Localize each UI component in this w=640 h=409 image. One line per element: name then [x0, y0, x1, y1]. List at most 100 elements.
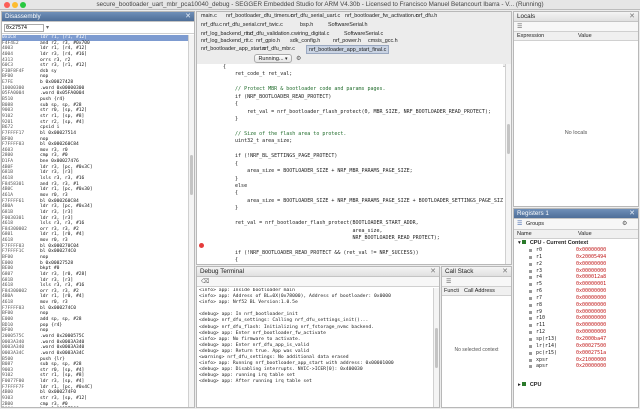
source-line[interactable]: { — [197, 190, 503, 197]
source-line[interactable]: { — [197, 161, 503, 168]
breakpoint-icon[interactable] — [199, 243, 204, 248]
register-row[interactable]: pc(r15) 0x0002751a — [514, 350, 638, 357]
source-line[interactable]: ret_val = nrf_bootloader_flash_protect(B… — [197, 220, 503, 227]
source-line[interactable]: uint32_t area_size; — [197, 138, 503, 145]
register-row[interactable]: r12 0x00000000 — [514, 329, 638, 336]
window-title: secure_bootloader_uart_mbr_pca10040_debu… — [96, 1, 544, 8]
source-line[interactable]: area_size = BOOTLOADER_SIZE + NRF_MBR_PA… — [197, 198, 503, 205]
source-line[interactable] — [197, 243, 503, 250]
address-input[interactable] — [4, 24, 44, 32]
source-line[interactable]: } — [197, 205, 503, 212]
editor-scrollbar[interactable] — [505, 64, 511, 264]
debug-terminal-output[interactable]: <info> app: Inside bootloader main <info>… — [199, 288, 431, 407]
register-row[interactable]: r7 0x00000000 — [514, 295, 638, 302]
disassembly-line[interactable]: 2B00 cmp r3, #0 — [2, 402, 188, 407]
source-line[interactable]: // Protect MBR & bootloader code and par… — [197, 86, 503, 93]
source-line[interactable]: } — [197, 176, 503, 183]
register-row[interactable]: r0 0x00000000 — [514, 247, 638, 254]
source-line[interactable]: { — [197, 64, 503, 71]
groups-icon[interactable]: ☰ — [517, 220, 522, 227]
register-row[interactable]: lr(r14) 0x00027500 — [514, 343, 638, 350]
source-line[interactable] — [197, 146, 503, 153]
running-button[interactable]: Running... ▾ — [254, 54, 292, 63]
settings-icon[interactable]: ☰ — [446, 278, 451, 285]
name-column[interactable]: Name — [517, 231, 532, 237]
value-column[interactable]: Value — [578, 33, 592, 39]
editor-tab[interactable]: nrf_bootloader_fw_activation.c — [345, 12, 418, 21]
source-line[interactable]: NRF_BOOTLOADER_READ_PROTECT); — [197, 235, 503, 242]
disassembly-scrollbar[interactable] — [188, 35, 194, 407]
value-column[interactable]: Value — [578, 231, 592, 237]
source-line[interactable]: // Size of the flash area to protect. — [197, 131, 503, 138]
register-name: r1 — [536, 253, 543, 260]
clear-icon[interactable]: ⌫ — [201, 278, 209, 285]
call-address-column[interactable]: Call Address — [464, 288, 495, 294]
settings-icon[interactable]: ☰ — [517, 23, 522, 30]
source-line[interactable]: ret_code_t ret_val; — [197, 71, 503, 78]
register-row[interactable]: r11 0x00000000 — [514, 322, 638, 329]
source-line[interactable]: if (!NRF_BOOTLOADER_READ_PROTECT && (ret… — [197, 250, 503, 257]
source-line[interactable]: if (NRF_BOOTLOADER_READ_PROTECT) — [197, 94, 503, 101]
editor-tab[interactable]: nrf_bootloader_app_start.c — [201, 45, 265, 54]
source-line[interactable] — [197, 213, 503, 220]
source-line[interactable]: area_size, — [197, 228, 503, 235]
register-group-cpu[interactable]: ▸ CPU — [514, 381, 638, 389]
source-line[interactable]: if (!NRF_BL_SETTINGS_PAGE_PROTECT) — [197, 153, 503, 160]
no-locals-text: No locals — [564, 130, 588, 136]
register-row[interactable]: r1 0x20005494 — [514, 254, 638, 261]
debug-terminal-scrollbar[interactable] — [433, 288, 439, 407]
source-line[interactable]: area_size = BOOTLOADER_SIZE + NRF_MBR_PA… — [197, 168, 503, 175]
editor-tab[interactable]: nrf_twic.c — [260, 21, 283, 30]
register-row[interactable]: r8 0x00000000 — [514, 302, 638, 309]
disassembly-list[interactable]: 0x1C8 ldr r1, [r1, #12] F4F4E2 and r2, r3, … — [2, 35, 188, 407]
editor-tab[interactable]: nrf_dfu.c — [201, 21, 222, 30]
register-row[interactable]: r4 0x000012a8 — [514, 274, 638, 281]
instruction-text: ldr r3, [pc, #0x3C] — [40, 164, 93, 170]
register-name: r2 — [536, 260, 543, 267]
source-line[interactable]: { — [197, 101, 503, 108]
source-line[interactable]: ret_val = nrf_bootloader_flash_protect(0… — [197, 109, 503, 116]
register-row[interactable]: apsr 0x20000000 — [514, 363, 638, 370]
close-icon[interactable]: ✕ — [185, 12, 191, 22]
source-line[interactable] — [197, 79, 503, 86]
source-line[interactable]: else — [197, 183, 503, 190]
editor-tab[interactable]: bsp.h — [300, 21, 313, 30]
groups-label[interactable]: Groups — [526, 221, 544, 227]
close-icon[interactable]: ✕ — [430, 267, 436, 277]
source-line[interactable]: } — [197, 116, 503, 123]
register-row[interactable]: r2 0x00000000 — [514, 261, 638, 268]
editor-tab[interactable]: nrf_dfu_serial_uart.c — [291, 12, 340, 21]
source-text: uint32_t area_size; — [223, 138, 293, 145]
locals-panel: Locals ✕ ☰ Expression Value No locals — [513, 11, 639, 207]
register-row[interactable]: xpsr 0x21000000 — [514, 357, 638, 364]
editor-tab[interactable]: nrf_dfu_serial.c — [223, 21, 260, 30]
editor-tab-label: nrf_dfu.c — [201, 22, 222, 28]
register-name: r10 — [536, 315, 546, 322]
close-icon[interactable]: ✕ — [629, 12, 635, 22]
register-row[interactable]: r5 0x00000001 — [514, 281, 638, 288]
editor-tab[interactable]: nrf_dfu.h — [416, 12, 437, 21]
close-icon[interactable]: ✕ — [502, 267, 508, 277]
register-row[interactable]: sp(r13) 0x2000ba47 — [514, 336, 638, 343]
chevron-down-icon[interactable]: ▾ — [46, 24, 49, 31]
function-column[interactable]: Functi — [444, 288, 459, 294]
source-code-view[interactable]: { ret_code_t ret_val; // Protect MBR & b… — [197, 64, 503, 264]
register-group-current[interactable]: ▾ CPU - Current Context — [514, 239, 638, 247]
register-row[interactable]: r6 0x00000000 — [514, 288, 638, 295]
editor-tab[interactable]: nrf_dfu_mbr.c — [262, 45, 295, 54]
editor-tab[interactable]: nrf_bootloader_app_start_final.c — [306, 45, 390, 54]
expression-column[interactable]: Expression — [517, 33, 544, 39]
editor-tab[interactable]: nrf_bootloader_dfu_timers.c — [226, 12, 293, 21]
editor-tab[interactable]: main.c — [201, 12, 217, 21]
register-row[interactable]: r9 0x00000000 — [514, 309, 638, 316]
register-row[interactable]: r3 0x00000000 — [514, 268, 638, 275]
close-icon[interactable]: ✕ — [629, 209, 635, 219]
gear-icon[interactable]: ⚙ — [622, 220, 627, 227]
instruction-text: nop — [40, 136, 49, 142]
editor-tab[interactable]: SoftwareSerial.h — [328, 21, 368, 30]
register-value: 0x00000000 — [576, 315, 607, 322]
register-row[interactable]: r10 0x00000000 — [514, 315, 638, 322]
gear-icon[interactable]: ⚙ — [296, 55, 301, 62]
source-line[interactable]: { — [197, 257, 503, 264]
source-line[interactable] — [197, 124, 503, 131]
